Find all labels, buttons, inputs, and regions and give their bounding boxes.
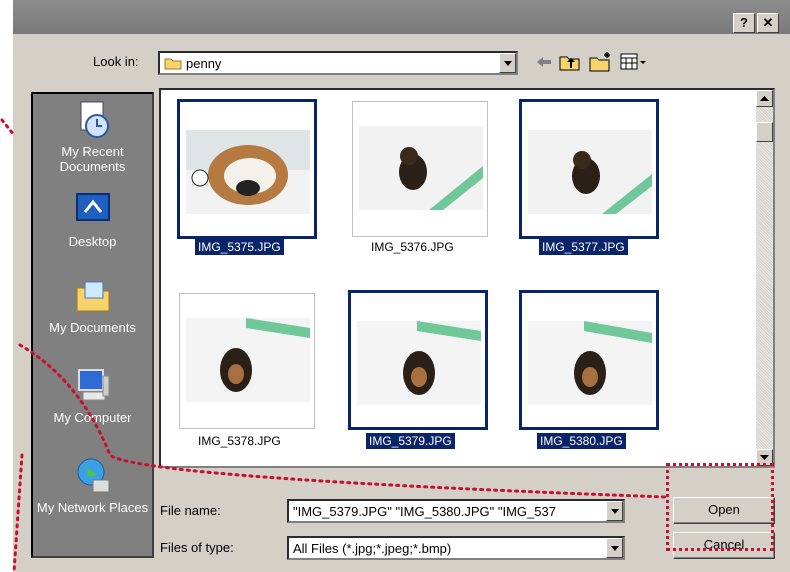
place-my-computer[interactable]: My Computer <box>33 366 152 425</box>
photo-preview <box>186 130 310 214</box>
close-button[interactable]: ✕ <box>757 13 779 33</box>
place-desktop[interactable]: Desktop <box>33 190 152 249</box>
photo-preview <box>186 318 310 402</box>
scroll-thumb[interactable] <box>756 122 773 142</box>
photo-preview <box>528 321 652 405</box>
view-menu-icon[interactable] <box>620 53 646 71</box>
chevron-down-icon[interactable] <box>499 53 516 73</box>
file-thumbnail[interactable] <box>348 290 488 430</box>
files-of-type-dropdown[interactable]: All Files (*.jpg;*.jpeg;*.bmp) <box>287 536 625 560</box>
new-folder-icon[interactable] <box>589 50 613 72</box>
file-name-input[interactable]: "IMG_5379.JPG" "IMG_5380.JPG" "IMG_537 <box>287 499 625 523</box>
up-folder-icon[interactable] <box>559 52 581 72</box>
place-label: My Recent Documents <box>59 144 126 174</box>
place-label: My Computer <box>53 410 132 425</box>
chevron-down-icon[interactable] <box>606 501 623 521</box>
files-of-type-label: Files of type: <box>160 540 234 555</box>
place-label: My Network Places <box>36 500 149 515</box>
file-name-value: "IMG_5379.JPG" "IMG_5380.JPG" "IMG_537 <box>293 504 556 519</box>
file-thumbnail[interactable] <box>352 101 488 237</box>
file-name-label[interactable]: IMG_5375.JPG <box>195 239 284 255</box>
my-documents-icon <box>76 281 109 312</box>
photo-preview <box>357 321 481 405</box>
places-bar: My Recent Documents Desktop My Documents… <box>31 92 154 558</box>
file-name-label[interactable]: IMG_5377.JPG <box>539 239 628 255</box>
recent-documents-icon <box>80 101 109 138</box>
place-my-recent-documents[interactable]: My Recent Documents <box>33 100 152 174</box>
files-of-type-value: All Files (*.jpg;*.jpeg;*.bmp) <box>293 541 452 556</box>
file-name-label[interactable]: IMG_5379.JPG <box>366 433 455 449</box>
folder-icon <box>164 58 182 70</box>
look-in-label: Look in: <box>93 54 139 69</box>
help-button[interactable]: ? <box>733 13 755 33</box>
photo-preview <box>528 130 652 214</box>
annotation-box <box>666 463 774 551</box>
file-thumbnail[interactable] <box>519 99 659 239</box>
file-name-label[interactable]: IMG_5378.JPG <box>195 433 284 449</box>
vertical-scrollbar[interactable] <box>756 90 773 466</box>
look-in-dropdown[interactable]: penny <box>158 51 518 75</box>
file-list[interactable]: IMG_5375.JPG IMG_5376.JPG IMG_5377.JPG I… <box>159 88 775 468</box>
place-label: My Documents <box>49 320 136 335</box>
back-icon[interactable] <box>535 54 553 70</box>
photo-preview <box>359 126 483 210</box>
network-places-icon <box>77 458 109 493</box>
place-label: Desktop <box>68 234 117 249</box>
chevron-down-icon[interactable] <box>606 538 623 558</box>
look-in-value: penny <box>186 56 222 71</box>
title-bar: ? ✕ <box>13 0 790 34</box>
file-name-label: File name: <box>160 503 221 518</box>
place-my-network-places[interactable]: My Network Places <box>33 456 152 515</box>
file-thumbnail[interactable] <box>177 99 317 239</box>
place-my-documents[interactable]: My Documents <box>33 276 152 335</box>
scroll-up-button[interactable] <box>756 90 773 107</box>
file-name-label[interactable]: IMG_5376.JPG <box>368 239 457 255</box>
file-thumbnail[interactable] <box>179 293 315 429</box>
chevron-up-icon <box>760 96 769 101</box>
my-computer-icon <box>77 369 109 401</box>
file-name-label[interactable]: IMG_5380.JPG <box>537 433 626 449</box>
file-thumbnail[interactable] <box>519 290 659 430</box>
desktop-icon <box>75 193 110 221</box>
